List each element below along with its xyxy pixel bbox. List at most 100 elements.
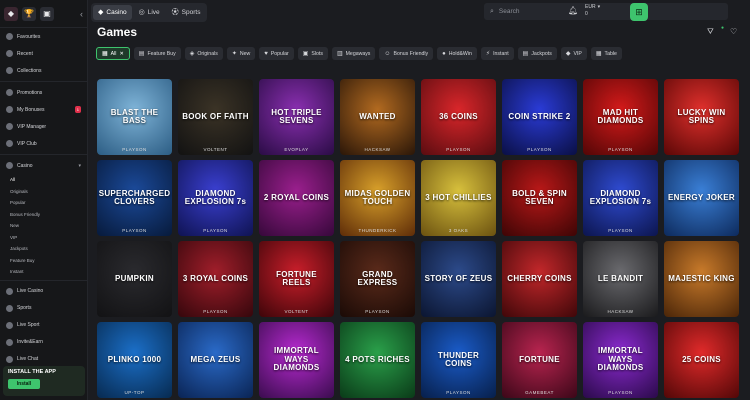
live-chat-icon [6,355,13,363]
bell-icon[interactable]: 🔔︎ [568,6,578,15]
game-title: IMMORTAL WAYS DIAMONDS [273,346,320,373]
filter-instant[interactable]: ⚡ Instant [480,47,514,60]
tab-casino[interactable]: ◆ Casino [93,4,132,20]
sidebar-item-vip-club[interactable]: VIP Club [0,135,87,152]
game-tile[interactable]: IMMORTAL WAYS DIAMONDS PLAYSON [583,322,658,398]
game-tile[interactable]: 4 POTS RICHES [340,322,415,398]
game-tile[interactable]: COIN STRIKE 2 PLAYSON [502,79,577,155]
game-tile[interactable]: THUNDER COINS PLAYSON [421,322,496,398]
game-tile[interactable]: HOT TRIPLE SEVENS EVOPLAY [259,79,334,155]
game-tile[interactable]: IMMORTAL WAYS DIAMONDS [259,322,334,398]
filter-vip[interactable]: ◆ VIP [560,47,587,60]
filter-all[interactable]: ▦ All ✕ [96,47,130,60]
sidebar-item-label: Invite&Earn [17,339,43,345]
game-tile[interactable]: BLAST THE BASS PLAYSON [97,79,172,155]
sidebar-item-collections[interactable]: Collections [0,62,87,79]
close-icon[interactable]: ✕ [119,51,123,57]
sidebar-item-vip-manager[interactable]: VIP Manager [0,118,87,135]
game-title: MAD HIT DIAMONDS [597,107,644,125]
heart-icon[interactable]: ♡ [730,27,737,36]
game-tile[interactable]: 36 COINS PLAYSON [421,79,496,155]
game-tile[interactable]: 25 COINS [664,322,739,398]
game-tile[interactable]: MIDAS GOLDEN TOUCH THUNDERKICK [340,160,415,236]
sidebar-subitem-feature-buy[interactable]: Feature Buy [0,255,87,267]
tab-casino-logo[interactable]: ◆ [4,6,18,21]
game-tile[interactable]: GRAND EXPRESS PLAYSON [340,241,415,317]
deposit-button[interactable]: ⊞ [630,3,648,21]
filter-originals[interactable]: ◈ Originals [184,47,223,60]
game-tile[interactable]: BOOK OF FAITH VOLTENT [178,79,253,155]
game-provider: VOLTENT [203,147,228,152]
sidebar-subitem-instant[interactable]: Instant [0,266,87,278]
game-title: BLAST THE BASS [110,107,159,125]
game-tile[interactable]: DIAMOND EXPLOSION 7s PLAYSON [178,160,253,236]
sidebar-subitem-vip[interactable]: VIP [0,232,87,244]
sidebar-subitem-popular[interactable]: Popular [0,197,87,209]
tab-gift[interactable]: ▣ [40,6,54,21]
tab-label: Live [147,8,160,16]
game-tile[interactable]: STORY OF ZEUS [421,241,496,317]
sidebar-item-live-sport[interactable]: Live Sport [0,317,87,334]
game-tile[interactable]: CHERRY COINS [502,241,577,317]
game-tile[interactable]: FORTUNE GAMEBEAT [502,322,577,398]
sidebar-subitem-jackpots[interactable]: Jackpots [0,243,87,255]
sidebar-subitem-all[interactable]: All [0,174,87,186]
sidebar-item-invite-earn[interactable]: Invite&Earn [0,334,87,351]
game-tile[interactable]: WANTED HACKSAW [340,79,415,155]
tab-live[interactable]: ◎ Live [134,5,165,20]
sidebar-item-live-chat[interactable]: Live Chat [0,351,87,368]
filter-popular[interactable]: ♥ Popular [259,47,294,60]
wallet-icon: ⊞ [635,6,643,17]
sidebar-item-live-casino[interactable]: Live Casino [0,283,87,300]
game-provider: PLAYSON [527,147,552,152]
game-provider: PLAYSON [446,390,471,395]
game-tile[interactable]: 2 ROYAL COINS [259,160,334,236]
chevron-left-icon[interactable]: ‹ [80,9,83,19]
tab-trophy[interactable]: 🏆 [22,6,36,21]
game-tile[interactable]: MAJESTIC KING [664,241,739,317]
wallet-balance[interactable]: EUR ▾ 0 [585,4,625,20]
filter-slots[interactable]: ▣ Slots [297,47,328,60]
game-tile[interactable]: ENERGY JOKER [664,160,739,236]
filter-bonus-friendly[interactable]: ☺ Bonus Friendly [379,47,434,60]
tab-sports[interactable]: ⚽︎ Sports [167,5,206,20]
sidebar-item-sports[interactable]: Sports [0,300,87,317]
game-tile[interactable]: 3 ROYAL COINS PLAYSON [178,241,253,317]
game-tile[interactable]: SUPERCHARGED CLOVERS PLAYSON [97,160,172,236]
game-tile[interactable]: FORTUNE REELS VOLTENT [259,241,334,317]
sidebar-subitem-new[interactable]: New [0,220,87,232]
filter-new[interactable]: ✦ New [226,47,256,60]
game-provider: EVOPLAY [284,147,309,152]
game-tile[interactable]: MEGA ZEUS [178,322,253,398]
sidebar-item-label: Sports [17,305,32,311]
filter-icon[interactable]: ⛛ [707,27,714,37]
game-tile[interactable]: PLINKO 1000 UP-TOP [97,322,172,398]
filter-jackpots[interactable]: ▤ Jackpots [517,47,557,60]
game-tile[interactable]: MAD HIT DIAMONDS PLAYSON [583,79,658,155]
search-icon: ⌕ [490,7,494,15]
filter-table-icon: ▦ [595,51,602,57]
game-tile[interactable]: LUCKY WIN SPINS [664,79,739,155]
sidebar-item-casino[interactable]: Casino ▾ [0,157,87,174]
game-title: FORTUNE [519,354,560,364]
install-button[interactable]: Install [8,379,40,389]
sidebar-item-recent[interactable]: Recent [0,45,87,62]
game-tile[interactable]: 3 HOT CHILLIES 3 OAKS [421,160,496,236]
game-tile[interactable]: DIAMOND EXPLOSION 7s PLAYSON [583,160,658,236]
game-tile[interactable]: BOLD & SPIN SEVEN [502,160,577,236]
game-tile[interactable]: LE BANDIT HACKSAW [583,241,658,317]
filter-table[interactable]: ▦ Table [590,47,622,60]
sidebar-subitem-bonus-friendly[interactable]: Bonus Friendly [0,209,87,221]
filter-hold-win[interactable]: ● Hold&Win [437,47,477,60]
sidebar-item-my-bonuses[interactable]: My Bonuses 1 [0,101,87,118]
filter-megaways[interactable]: ▥ Megaways [331,47,376,60]
sidebar-item-label: VIP Manager [17,123,47,130]
sidebar-subitem-originals[interactable]: Originals [0,186,87,198]
game-tile[interactable]: PUMPKIN [97,241,172,317]
game-provider: PLAYSON [608,390,633,395]
game-title: CHERRY COINS [507,273,572,283]
filter-feature-buy[interactable]: ▤ Feature Buy [133,47,181,60]
sidebar-item-promotions[interactable]: Promotions [0,84,87,101]
game-title: 3 HOT CHILLIES [425,192,492,202]
sidebar-item-favourites[interactable]: Favourites [0,28,87,45]
